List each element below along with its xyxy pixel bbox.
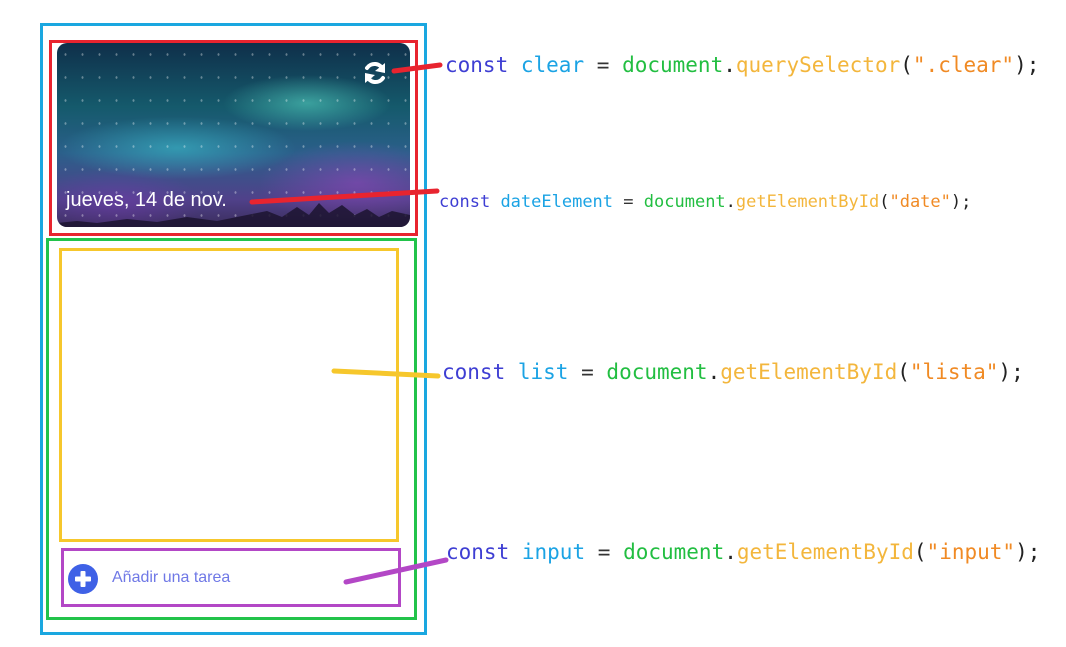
code-paren-open: (: [897, 360, 910, 384]
code-string: ".clear": [912, 53, 1015, 77]
code-keyword: const: [442, 360, 506, 384]
code-variable: clear: [520, 53, 585, 77]
code-keyword: const: [446, 540, 510, 564]
code-keyword: const: [439, 192, 491, 212]
code-dot: .: [725, 192, 736, 212]
code-paren-close: );: [950, 192, 972, 212]
code-operator: =: [596, 53, 610, 77]
code-object: document: [606, 360, 708, 384]
code-paren-open: (: [879, 192, 890, 212]
code-line-date: const dateElement = document.getElementB…: [439, 192, 971, 212]
code-method: querySelector: [735, 53, 901, 77]
code-variable: input: [521, 540, 586, 564]
code-operator: =: [597, 540, 611, 564]
code-method: getElementById: [735, 192, 880, 212]
code-paren-close: );: [1015, 540, 1041, 564]
code-operator: =: [581, 360, 594, 384]
code-keyword: const: [445, 53, 509, 77]
code-method: getElementById: [736, 540, 914, 564]
code-variable: list: [517, 360, 569, 384]
code-method: getElementById: [720, 360, 898, 384]
code-string: "input": [926, 540, 1016, 564]
code-operator: =: [623, 192, 634, 212]
code-line-clear: const clear = document.querySelector(".c…: [445, 53, 1039, 77]
code-variable: dateElement: [500, 192, 614, 212]
code-paren-close: );: [1014, 53, 1040, 77]
code-dot: .: [723, 53, 736, 77]
code-object: document: [622, 53, 724, 77]
code-line-list: const list = document.getElementById("li…: [442, 360, 1024, 384]
code-paren-close: );: [998, 360, 1024, 384]
code-string: "date": [889, 192, 951, 212]
code-dot: .: [724, 540, 737, 564]
connector-input: [343, 557, 449, 585]
code-dot: .: [707, 360, 721, 384]
code-line-input: const input = document.getElementById("i…: [446, 540, 1040, 564]
code-object: document: [643, 192, 726, 212]
code-string: "lista": [909, 360, 999, 384]
connector-clear: [391, 62, 443, 74]
code-paren-open: (: [913, 540, 927, 564]
connector-list: [331, 368, 441, 379]
connector-date: [249, 188, 440, 205]
code-paren-open: (: [900, 53, 913, 77]
code-object: document: [623, 540, 725, 564]
